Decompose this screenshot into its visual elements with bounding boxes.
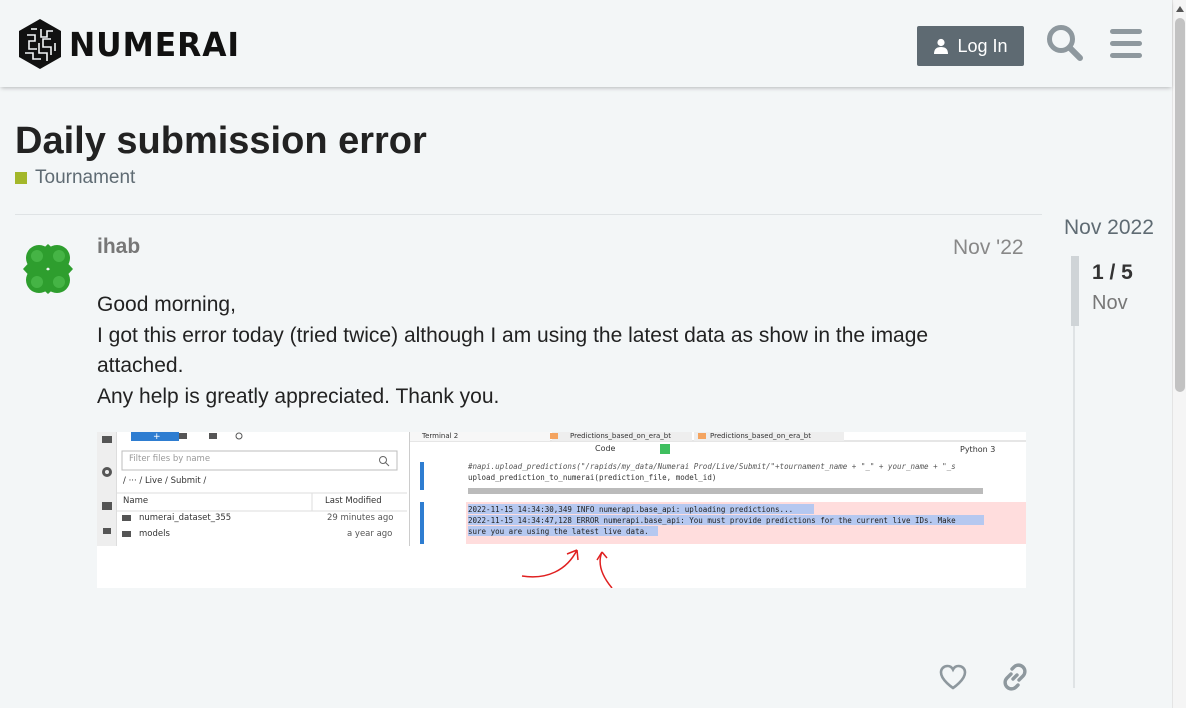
- hamburger-icon: [1110, 29, 1142, 58]
- category-badge[interactable]: Tournament: [15, 167, 135, 189]
- notebook-panel: Terminal 2 Predictions_based_on_era_bt P…: [409, 432, 1026, 546]
- avatar[interactable]: [15, 236, 81, 302]
- code-line: upload_prediction_to_numerai(prediction_…: [468, 473, 717, 482]
- file-name: models: [139, 529, 170, 539]
- red-annotation-arrows: [97, 517, 1026, 588]
- cell-type-select: Code: [595, 444, 616, 453]
- heart-icon: [939, 664, 967, 690]
- topic-divider: [15, 214, 1042, 215]
- log-line: 2022-11-15 14:34:47,128 ERROR numerapi.b…: [468, 516, 956, 525]
- post-paragraph: Any help is greatly appreciated. Thank y…: [97, 384, 500, 408]
- code-line: #napi.upload_predictions("/rapids/my_dat…: [468, 462, 956, 471]
- timeline-handle[interactable]: [1071, 256, 1079, 326]
- clover-avatar-icon: [15, 236, 81, 302]
- user-icon: [934, 38, 949, 54]
- login-button[interactable]: Log In: [917, 26, 1024, 66]
- share-link-button[interactable]: [998, 660, 1032, 694]
- login-label: Log In: [957, 35, 1008, 56]
- file-path: / ··· / Live / Submit /: [123, 476, 207, 486]
- jupyter-screenshot: + Filter files by name / ··· / Live / Su…: [97, 432, 1026, 546]
- tab-label: Predictions_based_on_era_bt: [710, 432, 811, 440]
- timeline-current-date: Nov: [1092, 292, 1128, 314]
- post-image[interactable]: + Filter files by name / ··· / Live / Su…: [97, 432, 1026, 588]
- timeline-start-date[interactable]: Nov 2022: [1064, 216, 1154, 240]
- tab-label: Predictions_based_on_era_bt: [570, 432, 671, 440]
- topic-title[interactable]: Daily submission error: [15, 120, 427, 163]
- search-icon: [1047, 25, 1083, 61]
- numerai-logo-icon: [19, 19, 61, 69]
- post-paragraph: Good morning,: [97, 293, 236, 316]
- folder-icon: [102, 436, 112, 534]
- like-button[interactable]: [936, 660, 970, 694]
- scroll-up-arrow-icon[interactable]: [1176, 6, 1184, 12]
- svg-text:+: +: [153, 432, 161, 442]
- file-modified: 29 minutes ago: [327, 513, 394, 523]
- post-date[interactable]: Nov '22: [953, 236, 1024, 260]
- post-username[interactable]: ihab: [97, 235, 140, 259]
- timeline-post-count: 1 / 5: [1092, 261, 1133, 284]
- search-button[interactable]: [1044, 22, 1086, 64]
- post-body: Good morning, I got this error today (tr…: [97, 290, 997, 412]
- log-line: sure you are using the latest live data.: [468, 527, 649, 536]
- file-filter-placeholder: Filter files by name: [129, 454, 211, 464]
- category-color-swatch: [15, 172, 27, 184]
- category-name: Tournament: [35, 167, 136, 188]
- link-icon: [1003, 663, 1027, 691]
- file-modified: a year ago: [347, 529, 393, 539]
- site-header: NUMERAI Log In: [0, 0, 1172, 87]
- logo-text: NUMERAI: [69, 24, 241, 64]
- log-line: 2022-11-15 14:34:30,349 INFO numerapi.ba…: [468, 505, 794, 514]
- jupyter-left-toolbar: [97, 432, 117, 546]
- site-logo[interactable]: NUMERAI: [15, 17, 249, 71]
- post-paragraph: I got this error today (tried twice) alt…: [97, 323, 929, 378]
- hamburger-menu-button[interactable]: [1105, 22, 1147, 64]
- file-name: numerai_dataset_355: [139, 513, 232, 523]
- page-scrollbar[interactable]: [1172, 0, 1186, 708]
- arrow-annotation-icon: [224, 517, 613, 588]
- kernel-name: Python 3: [960, 445, 996, 454]
- tab-label: Terminal 2: [422, 432, 459, 440]
- col-name-header: Name: [123, 496, 149, 506]
- col-modified-header: Last Modified: [325, 496, 382, 506]
- scrollbar-thumb[interactable]: [1175, 18, 1185, 392]
